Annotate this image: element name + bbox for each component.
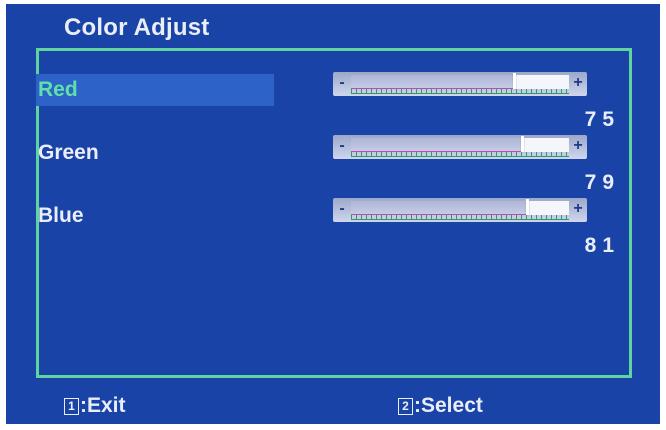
blue-slider[interactable]: - +	[333, 198, 587, 222]
setting-label-blue[interactable]: Blue	[36, 200, 274, 232]
exit-label: :Exit	[80, 394, 126, 417]
setting-label-green[interactable]: Green	[36, 137, 274, 169]
select-hint[interactable]: 2:Select	[398, 394, 483, 418]
slider-track-remaining	[523, 138, 569, 152]
plus-icon: +	[573, 137, 583, 154]
slider-scale	[351, 215, 569, 220]
minus-icon: -	[339, 200, 345, 217]
plus-icon: +	[573, 200, 583, 217]
slider-fill	[351, 75, 515, 89]
slider-fill	[351, 138, 523, 152]
green-value: 79	[584, 171, 620, 194]
blue-value: 81	[584, 234, 620, 257]
select-label: :Select	[414, 394, 483, 417]
setting-label-red[interactable]: Red	[36, 74, 274, 106]
slider-scale	[351, 89, 569, 94]
plus-icon: +	[573, 74, 583, 91]
red-slider[interactable]: - +	[333, 72, 587, 96]
slider-fill	[351, 201, 528, 215]
osd-screen: Color Adjust Red - + 75 Green - + 79 Blu…	[6, 4, 660, 424]
slider-thumb[interactable]	[521, 136, 524, 152]
key-2-icon: 2	[398, 398, 413, 415]
green-slider[interactable]: - +	[333, 135, 587, 159]
slider-thumb[interactable]	[526, 199, 529, 215]
key-1-icon: 1	[64, 398, 79, 415]
slider-track-remaining	[528, 201, 569, 215]
minus-icon: -	[339, 74, 345, 91]
exit-hint[interactable]: 1:Exit	[64, 394, 126, 418]
slider-thumb[interactable]	[513, 73, 516, 89]
minus-icon: -	[339, 137, 345, 154]
red-value: 75	[584, 108, 620, 131]
slider-scale	[351, 152, 569, 157]
slider-track-remaining	[515, 75, 569, 89]
menu-title: Color Adjust	[64, 14, 210, 41]
